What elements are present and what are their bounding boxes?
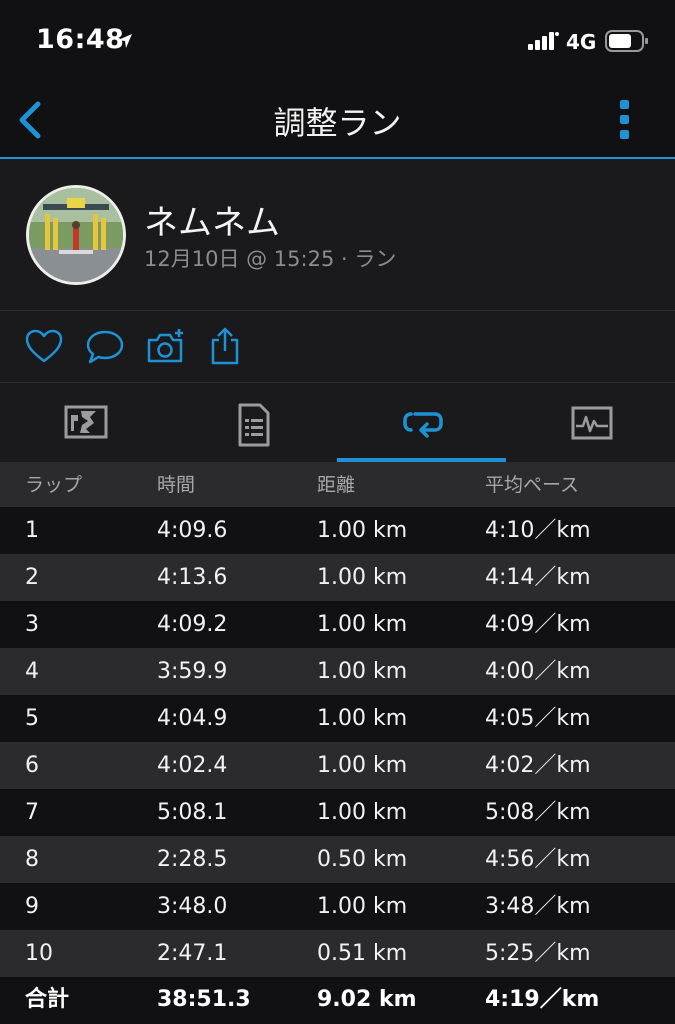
lap-avg-pace: 5:08／km bbox=[485, 800, 591, 825]
nav-bar: 調整ラン bbox=[0, 84, 675, 158]
heart-icon bbox=[25, 329, 63, 363]
battery-icon bbox=[605, 30, 649, 56]
lap-time: 5:08.1 bbox=[157, 800, 228, 825]
activity-datetime: 12月10日 @ 15:25 · ラン bbox=[144, 247, 397, 271]
table-row[interactable]: 4 3:59.9 1.00 km 4:00／km bbox=[0, 648, 675, 695]
total-time: 38:51.3 bbox=[157, 987, 251, 1012]
total-label: 合計 bbox=[25, 987, 70, 1012]
lap-avg-pace: 3:48／km bbox=[485, 894, 591, 919]
like-button[interactable] bbox=[24, 327, 64, 367]
lap-number: 7 bbox=[25, 800, 39, 825]
lap-number: 8 bbox=[25, 847, 39, 872]
lap-number: 5 bbox=[25, 706, 39, 731]
vertical-ellipsis-icon bbox=[620, 100, 629, 139]
table-total-row: 合計 38:51.3 9.02 km 4:19／km bbox=[0, 977, 675, 1023]
lap-time: 3:59.9 bbox=[157, 659, 228, 684]
lap-number: 9 bbox=[25, 894, 39, 919]
lap-time: 2:28.5 bbox=[157, 847, 228, 872]
network-type: 4G bbox=[566, 30, 597, 54]
avatar-photo bbox=[29, 188, 123, 282]
page-title: 調整ラン bbox=[273, 104, 402, 142]
lap-time: 4:13.6 bbox=[157, 565, 228, 590]
more-options-button[interactable] bbox=[612, 98, 638, 142]
lap-distance: 0.51 km bbox=[317, 941, 408, 966]
lap-avg-pace: 4:14／km bbox=[485, 565, 591, 590]
avatar[interactable] bbox=[26, 185, 126, 285]
lap-distance: 1.00 km bbox=[317, 518, 408, 543]
map-icon bbox=[64, 405, 108, 439]
lap-number: 6 bbox=[25, 753, 39, 778]
tab-stats[interactable] bbox=[168, 383, 336, 463]
chart-icon bbox=[571, 406, 613, 440]
table-row[interactable]: 5 4:04.9 1.00 km 4:05／km bbox=[0, 695, 675, 742]
lap-avg-pace: 4:05／km bbox=[485, 706, 591, 731]
tab-map[interactable] bbox=[0, 383, 168, 463]
lap-distance: 1.00 km bbox=[317, 894, 408, 919]
tab-laps[interactable] bbox=[337, 383, 505, 463]
lap-number: 3 bbox=[25, 612, 39, 637]
column-header-distance: 距離 bbox=[317, 474, 356, 496]
table-row[interactable]: 1 4:09.6 1.00 km 4:10／km bbox=[0, 507, 675, 554]
column-header-avg-pace: 平均ペース bbox=[485, 474, 580, 496]
lap-distance: 1.00 km bbox=[317, 659, 408, 684]
lap-time: 4:09.6 bbox=[157, 518, 228, 543]
laps-icon bbox=[403, 412, 443, 438]
column-header-time: 時間 bbox=[157, 474, 196, 496]
lap-avg-pace: 4:56／km bbox=[485, 847, 591, 872]
lap-number: 4 bbox=[25, 659, 39, 684]
total-avg-pace: 4:19／km bbox=[485, 987, 600, 1012]
tab-charts[interactable] bbox=[506, 383, 674, 463]
lap-avg-pace: 4:10／km bbox=[485, 518, 591, 543]
lap-number: 10 bbox=[25, 941, 53, 966]
table-row[interactable]: 8 2:28.5 0.50 km 4:56／km bbox=[0, 836, 675, 883]
lap-distance: 0.50 km bbox=[317, 847, 408, 872]
location-arrow-icon bbox=[116, 32, 134, 54]
lap-time: 4:04.9 bbox=[157, 706, 228, 731]
lap-distance: 1.00 km bbox=[317, 612, 408, 637]
comment-icon bbox=[86, 330, 124, 364]
laps-table: ラップ 時間 距離 平均ペース 1 4:09.6 1.00 km 4:10／km 2 4:… bbox=[0, 463, 675, 1023]
status-time: 16:48 bbox=[36, 24, 125, 55]
share-icon bbox=[211, 327, 239, 365]
action-bar bbox=[0, 311, 675, 383]
lap-time: 3:48.0 bbox=[157, 894, 228, 919]
table-row[interactable]: 10 2:47.1 0.51 km 5:25／km bbox=[0, 930, 675, 977]
lap-time: 4:02.4 bbox=[157, 753, 228, 778]
table-header: ラップ 時間 距離 平均ペース bbox=[0, 463, 675, 507]
tab-bar bbox=[0, 383, 675, 463]
lap-avg-pace: 4:09／km bbox=[485, 612, 591, 637]
camera-add-icon bbox=[147, 329, 183, 363]
stats-document-icon bbox=[238, 403, 270, 447]
lap-time: 4:09.2 bbox=[157, 612, 228, 637]
lap-number: 1 bbox=[25, 518, 39, 543]
lap-distance: 1.00 km bbox=[317, 800, 408, 825]
table-row[interactable]: 6 4:02.4 1.00 km 4:02／km bbox=[0, 742, 675, 789]
table-row[interactable]: 7 5:08.1 1.00 km 5:08／km bbox=[0, 789, 675, 836]
column-header-lap: ラップ bbox=[25, 474, 83, 496]
comment-button[interactable] bbox=[84, 327, 124, 367]
share-button[interactable] bbox=[207, 327, 247, 367]
lap-distance: 1.00 km bbox=[317, 565, 408, 590]
lap-avg-pace: 5:25／km bbox=[485, 941, 591, 966]
activity-header: ネムネム 12月10日 @ 15:25 · ラン bbox=[0, 159, 675, 311]
lap-distance: 1.00 km bbox=[317, 706, 408, 731]
table-row[interactable]: 9 3:48.0 1.00 km 3:48／km bbox=[0, 883, 675, 930]
lap-avg-pace: 4:00／km bbox=[485, 659, 591, 684]
total-distance: 9.02 km bbox=[317, 987, 417, 1012]
lap-time: 2:47.1 bbox=[157, 941, 228, 966]
lap-distance: 1.00 km bbox=[317, 753, 408, 778]
status-bar: 16:48 4G bbox=[0, 0, 675, 84]
user-name[interactable]: ネムネム bbox=[144, 195, 280, 244]
signal-icon bbox=[528, 30, 560, 56]
add-photo-button[interactable] bbox=[146, 327, 186, 367]
table-row[interactable]: 3 4:09.2 1.00 km 4:09／km bbox=[0, 601, 675, 648]
table-row[interactable]: 2 4:13.6 1.00 km 4:14／km bbox=[0, 554, 675, 601]
lap-number: 2 bbox=[25, 565, 39, 590]
lap-avg-pace: 4:02／km bbox=[485, 753, 591, 778]
